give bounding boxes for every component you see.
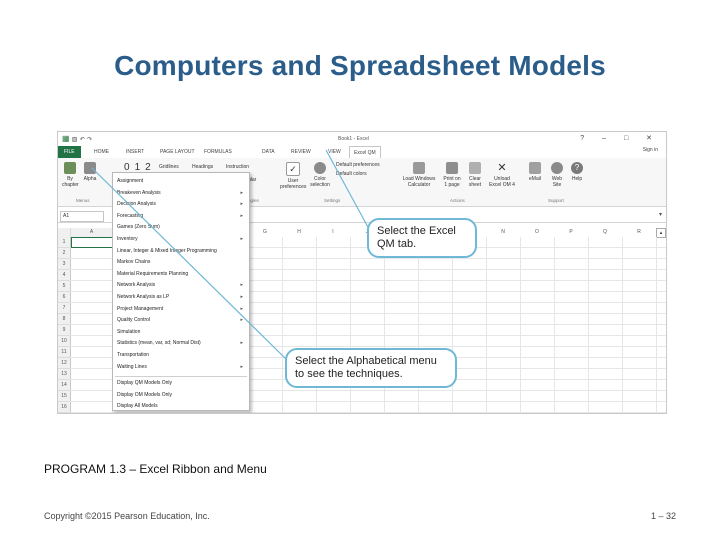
pointer-line-qm-tab — [325, 149, 370, 230]
page-number: 1 – 32 — [650, 511, 676, 521]
pointer-line-alpha-menu — [91, 167, 288, 361]
callout-select-alphabetical-menu: Select the Alphabetical menu to see the … — [285, 348, 457, 388]
callout-select-excel-qm: Select the Excel QM tab. — [367, 218, 477, 258]
callout-pointer-lines — [91, 149, 370, 361]
copyright-notice: Copyright ©2015 Pearson Education, Inc. — [44, 511, 210, 521]
figure-caption: PROGRAM 1.3 – Excel Ribbon and Menu — [44, 462, 267, 476]
